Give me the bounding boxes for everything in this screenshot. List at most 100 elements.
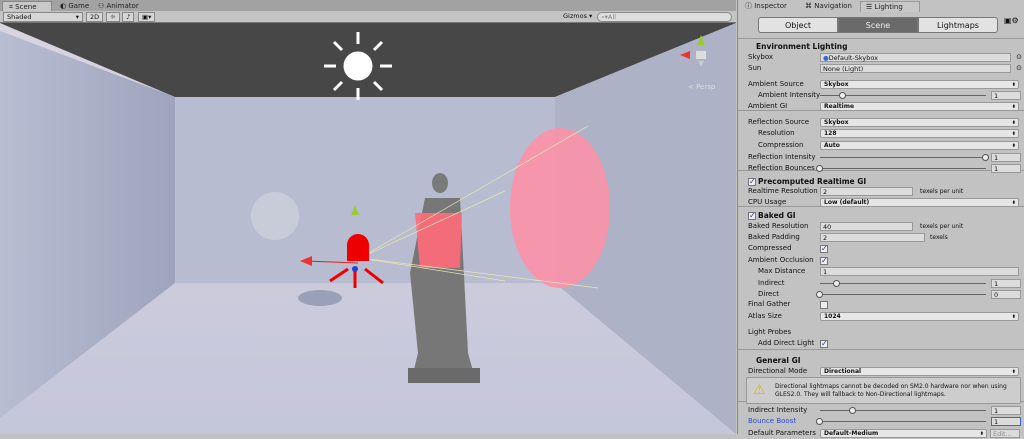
slider-knob[interactable] [982, 154, 989, 161]
slider-knob[interactable] [816, 165, 823, 172]
precomputed-realtime-gi-checkbox[interactable]: ✓ [748, 178, 756, 186]
segment-object[interactable]: Object [758, 17, 838, 33]
tab-navigation[interactable]: ⌘ Navigation [800, 1, 857, 12]
row-compression: Compression Auto [738, 140, 1024, 151]
slider-knob[interactable] [839, 92, 847, 99]
tab-label: Animator [106, 2, 139, 10]
lighting-toggle-icon[interactable]: ☼ [106, 12, 120, 22]
atlas-size-dropdown[interactable]: 1024 [820, 312, 1019, 321]
direct-value[interactable]: 0 [991, 290, 1021, 299]
indirect-slider[interactable] [820, 283, 986, 284]
realtime-resolution-field[interactable]: 2 [820, 187, 913, 196]
slider-knob[interactable] [832, 280, 840, 287]
directional-mode-dropdown[interactable]: Directional [820, 367, 1019, 376]
gizmos-label: Gizmos [563, 12, 587, 20]
field-label: Ambient Source [748, 80, 804, 88]
row-baked-gi: ✓ Baked GI [738, 210, 1024, 221]
reflection-intensity-slider[interactable] [820, 157, 986, 158]
direct-slider[interactable] [820, 294, 986, 295]
unit-label: texels [930, 234, 948, 241]
tab-lighting[interactable]: ☰ Lighting [860, 1, 920, 12]
scene-render[interactable]: < Persp [0, 23, 736, 434]
row-sun: Sun None (Light) ⊙ [738, 63, 1024, 74]
row-indirect: Indirect 1 [738, 278, 1024, 289]
skybox-field[interactable]: ●Default-Skybox [820, 53, 1011, 62]
indirect-value[interactable]: 1 [991, 279, 1021, 288]
compressed-checkbox[interactable]: ✓ [820, 245, 828, 253]
tab-label: Scene [15, 3, 37, 11]
field-label: Indirect Intensity [748, 406, 808, 414]
indirect-intensity-slider[interactable] [820, 410, 986, 411]
field-label: Reflection Bounces [748, 164, 815, 172]
tab-animator[interactable]: ⚇ Animator [92, 1, 145, 11]
section-header: Environment Lighting [756, 42, 848, 51]
reflection-bounces-slider[interactable] [820, 168, 986, 169]
row-max-distance: Max Distance 1 [738, 266, 1024, 277]
row-ambient-occlusion: Ambient Occlusion ✓ [738, 255, 1024, 266]
scene-search-input[interactable]: ⌕▾All [597, 12, 732, 22]
ambient-intensity-value[interactable]: 1 [991, 91, 1021, 100]
indirect-intensity-value[interactable]: 1 [991, 406, 1021, 415]
tab-scene[interactable]: ⌗ Scene [2, 1, 52, 11]
field-label: Ambient GI [748, 102, 788, 110]
baked-gi-checkbox[interactable]: ✓ [748, 212, 756, 220]
field-label: Bounce Boost [748, 417, 797, 425]
baked-padding-field[interactable]: 2 [820, 233, 925, 242]
compression-dropdown[interactable]: Auto [820, 141, 1019, 150]
persp-label[interactable]: < Persp [688, 83, 716, 91]
shading-mode-dropdown[interactable]: Shaded ▾ [3, 12, 83, 22]
unit-label: texels per unit [920, 223, 964, 230]
audio-toggle-icon[interactable]: ♪ [122, 12, 135, 22]
reflection-intensity-value[interactable]: 1 [991, 153, 1021, 162]
tab-game[interactable]: ◐ Game [54, 1, 95, 11]
final-gather-checkbox[interactable] [820, 301, 828, 309]
2d-toggle[interactable]: 2D [86, 12, 104, 22]
segment-scene[interactable]: Scene [838, 17, 918, 33]
slider-knob[interactable] [849, 407, 857, 414]
gizmos-dropdown[interactable]: Gizmos ▾ [560, 12, 595, 22]
reflection-bounces-value[interactable]: 1 [991, 164, 1021, 173]
dropdown-value: 1024 [824, 313, 841, 320]
field-label: Compressed [748, 244, 792, 252]
help-and-settings-icon[interactable]: ▣⚙ [1004, 16, 1019, 25]
divider [738, 38, 1024, 39]
shading-label: Shaded [7, 13, 32, 21]
sun-field[interactable]: None (Light) [820, 64, 1011, 73]
ambient-gi-dropdown[interactable]: Realtime [820, 102, 1019, 111]
field-label: Reflection Source [748, 118, 810, 126]
field-label: Resolution [758, 129, 795, 137]
scene-viewport[interactable]: < Persp [0, 23, 736, 434]
add-direct-light-checkbox[interactable]: ✓ [820, 340, 828, 348]
reflection-source-dropdown[interactable]: Skybox [820, 118, 1019, 127]
slider-knob[interactable] [816, 291, 823, 298]
cpu-usage-dropdown[interactable]: Low (default) [820, 198, 1019, 207]
tab-label: Lighting [874, 3, 903, 11]
field-label: Skybox [748, 53, 774, 61]
tab-label: Game [68, 2, 90, 10]
segment-lightmaps[interactable]: Lightmaps [918, 17, 998, 33]
section-header: General GI [756, 356, 801, 365]
field-label: Final Gather [748, 300, 791, 308]
effects-dropdown-icon[interactable]: ▣▾ [138, 12, 156, 22]
bounce-boost-value[interactable]: 1 [991, 417, 1021, 426]
row-bounce-boost: Bounce Boost 1 [738, 416, 1024, 427]
field-label: Atlas Size [748, 312, 782, 320]
baked-resolution-field[interactable]: 40 [820, 222, 913, 231]
max-distance-field[interactable]: 1 [820, 267, 1019, 276]
sphere-shadow [298, 290, 342, 306]
field-label: Ambient Intensity [758, 91, 821, 99]
field-value: None (Light) [823, 65, 864, 73]
object-picker-icon[interactable]: ⊙ [1016, 63, 1022, 74]
unit-label: texels per unit [920, 188, 964, 195]
ambient-occlusion-checkbox[interactable]: ✓ [820, 257, 828, 265]
row-environment-lighting: Environment Lighting [738, 41, 1024, 52]
resolution-dropdown[interactable]: 128 [820, 129, 1019, 138]
ambient-source-dropdown[interactable]: Skybox [820, 80, 1019, 89]
bounce-boost-slider[interactable] [820, 421, 986, 422]
slider-knob[interactable] [816, 418, 823, 425]
tab-inspector[interactable]: ⓘ Inspector [740, 1, 792, 12]
row-directional-mode: Directional Mode Directional [738, 366, 1024, 377]
object-picker-icon[interactable]: ⊙ [1016, 52, 1022, 63]
scene-panel: ⌗ Scene ◐ Game ⚇ Animator Shaded ▾ 2D ☼ … [0, 0, 736, 434]
section-header: Baked GI [758, 211, 796, 220]
